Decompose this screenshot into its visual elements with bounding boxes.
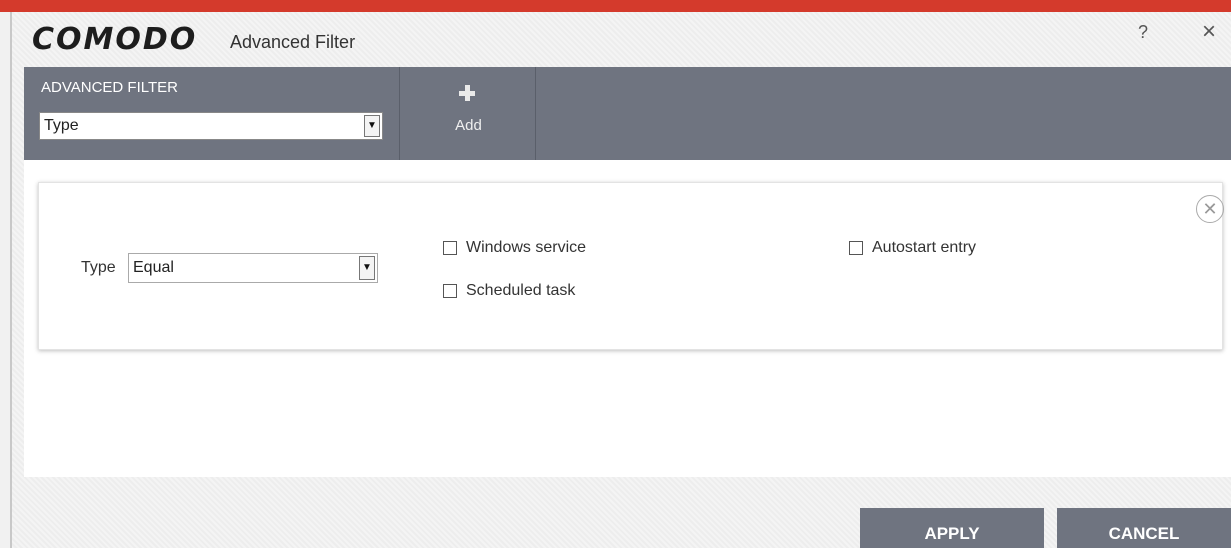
add-label: Add [455, 117, 482, 134]
checkbox-box[interactable] [443, 284, 457, 298]
checkbox-label: Scheduled task [466, 282, 576, 299]
windows-service-checkbox[interactable]: Windows service [443, 239, 586, 257]
remove-condition-icon[interactable]: ✕ [1196, 195, 1224, 223]
advanced-filter-label: ADVANCED FILTER [41, 79, 178, 96]
filter-toolbar: ADVANCED FILTER Type ▼ Add [24, 67, 1231, 160]
condition-operator-select[interactable]: Equal ▼ [128, 253, 378, 283]
cancel-button[interactable]: CANCEL [1057, 508, 1231, 548]
checkbox-box[interactable] [443, 241, 457, 255]
checkbox-label: Windows service [466, 239, 587, 256]
checkbox-box[interactable] [849, 241, 863, 255]
advanced-filter-dialog: COMODO Advanced Filter ? × ADVANCED FILT… [12, 12, 1231, 548]
plus-icon [459, 85, 475, 101]
dropdown-arrow-icon: ▼ [359, 256, 375, 280]
dialog-title: Advanced Filter [230, 32, 356, 52]
help-button[interactable]: ? [1138, 22, 1148, 43]
filter-content-area: ✕ Type Equal ▼ Windows service Scheduled… [24, 160, 1231, 477]
condition-field-label: Type [81, 259, 116, 276]
autostart-entry-checkbox[interactable]: Autostart entry [849, 239, 976, 257]
window-top-strip [0, 0, 1231, 12]
filter-condition-card: ✕ Type Equal ▼ Windows service Scheduled… [38, 182, 1224, 350]
dropdown-arrow-icon: ▼ [364, 115, 380, 137]
filter-type-select[interactable]: Type ▼ [39, 112, 383, 140]
advanced-filter-section: ADVANCED FILTER Type ▼ [24, 67, 400, 160]
apply-button[interactable]: APPLY [860, 508, 1044, 548]
filter-type-select-value: Type [44, 117, 79, 134]
close-button[interactable]: × [1202, 18, 1216, 46]
comodo-logo: COMODO [32, 22, 198, 57]
scheduled-task-checkbox[interactable]: Scheduled task [443, 282, 575, 300]
condition-operator-value: Equal [133, 259, 174, 276]
checkbox-label: Autostart entry [872, 239, 977, 256]
add-filter-button[interactable]: Add [401, 67, 536, 160]
title-bar: COMODO Advanced Filter ? × [12, 12, 1231, 67]
